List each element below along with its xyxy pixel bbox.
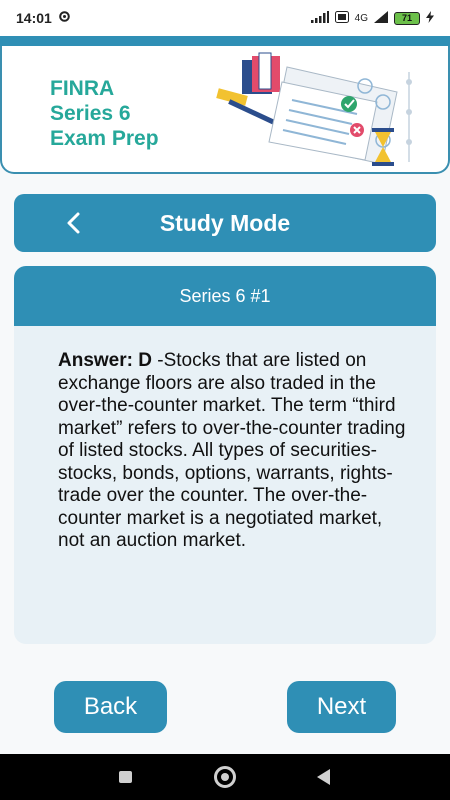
signal-icon-2 [374,10,388,26]
system-navigation-bar [0,754,450,800]
charging-icon [426,10,434,26]
question-card: Series 6 #1 Answer: D -Stocks that are l… [14,266,436,644]
app-banner: FINRA Series 6 Exam Prep [0,46,450,174]
status-right: 4G 71 [310,10,434,26]
banner-title: FINRA Series 6 Exam Prep [50,76,159,151]
settings-icon [58,10,71,26]
card-title: Series 6 #1 [14,266,436,326]
answer-text: -Stocks that are listed on exchange floo… [58,350,406,551]
status-bar: 14:01 4G 71 [0,0,450,36]
recent-apps-icon[interactable] [119,771,132,783]
back-button[interactable]: Back [54,681,167,733]
status-time: 14:01 [16,10,52,26]
answer-explanation: Answer: D -Stocks that are listed on exc… [14,326,436,553]
battery-icon: 71 [394,11,420,25]
banner-title-line2: Series 6 [50,102,131,125]
banner-title-line1: FINRA [50,77,115,100]
page-title: Study Mode [159,209,291,236]
volte-icon [334,10,349,26]
home-icon[interactable] [214,766,236,788]
study-mode-header: Study Mode [14,194,436,252]
next-button[interactable]: Next [287,681,396,733]
top-accent-strip [0,36,450,46]
exam-illustration [216,52,412,166]
back-arrow-icon[interactable] [317,769,330,785]
network-label: 4G [354,12,368,24]
status-left: 14:01 [16,10,71,26]
chevron-left-icon[interactable] [62,207,86,239]
banner-title-line3: Exam Prep [50,127,159,150]
answer-label: Answer: D [58,350,152,371]
signal-icon [310,10,329,26]
